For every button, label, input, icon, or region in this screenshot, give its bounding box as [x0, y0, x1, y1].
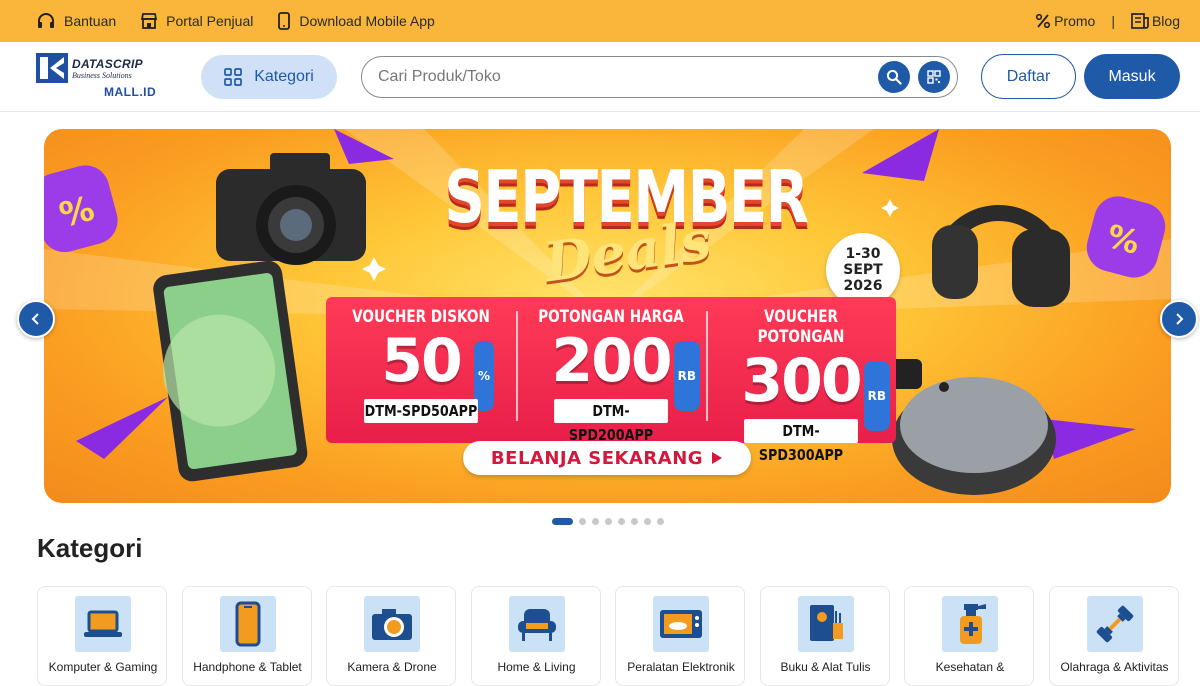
armchair-icon	[508, 596, 565, 652]
smartphone-icon	[278, 12, 291, 30]
voucher-panel: VOUCHER DISKON 50% DTM-SPD50APP POTONGAN…	[326, 297, 896, 464]
store-icon	[141, 13, 158, 29]
chevron-right-icon	[1176, 313, 1184, 325]
camera-icon	[364, 596, 420, 652]
main-header: DATASCRIP Business Solutions MALL.ID Kat…	[0, 42, 1200, 112]
voucher-value: 50%	[326, 327, 516, 411]
category-label: Olahraga & Aktivitas	[1060, 660, 1169, 674]
laptop-icon	[75, 596, 131, 652]
category-label: Buku & Alat Tulis	[780, 660, 871, 674]
carousel-dot[interactable]	[657, 518, 664, 525]
dumbbell-icon	[1086, 596, 1143, 652]
shop-now-button[interactable]: BELANJA SEKARANG	[463, 441, 751, 475]
category-label: Handphone & Tablet	[193, 660, 302, 674]
logo[interactable]: DATASCRIP Business Solutions MALL.ID	[36, 51, 168, 103]
category-card[interactable]: Kesehatan &	[904, 586, 1034, 686]
voucher-offer: VOUCHER DISKON 50% DTM-SPD50APP	[326, 297, 516, 443]
date-range-month: SEPT	[843, 262, 883, 278]
category-card[interactable]: Handphone & Tablet	[181, 586, 312, 686]
promo-banner[interactable]: % % SEPTEMBER Deals 1-30 SEPT 2026 VOUCH…	[44, 129, 1171, 503]
carousel-dot[interactable]	[592, 518, 599, 525]
category-button[interactable]: Kategori	[201, 55, 337, 99]
grid-icon	[224, 68, 243, 86]
logo-brand: DATASCRIP	[72, 57, 143, 71]
category-label: Komputer & Gaming	[48, 660, 158, 674]
date-range-days: 1-30	[845, 246, 881, 262]
register-button[interactable]: Daftar	[981, 54, 1076, 99]
headset-icon	[38, 13, 54, 28]
voucher-label: VOUCHER DISKON	[352, 307, 490, 327]
voucher-label: POTONGAN HARGA	[538, 307, 684, 327]
phone-icon	[219, 596, 276, 652]
qr-code-icon	[927, 70, 941, 84]
spray-bottle-icon	[942, 596, 998, 652]
category-card[interactable]: Peralatan Elektronik	[615, 586, 745, 686]
search-input[interactable]	[378, 68, 868, 86]
category-card[interactable]: Buku & Alat Tulis	[759, 586, 890, 686]
category-card[interactable]: Olahraga & Aktivitas	[1048, 586, 1179, 686]
top-bar-separator: |	[1111, 13, 1115, 29]
carousel-dot[interactable]	[605, 518, 612, 525]
voucher-value: 300 RB	[706, 347, 896, 431]
newspaper-icon	[1131, 13, 1149, 29]
voucher-offer: VOUCHER POTONGAN 300 RB DTM-SPD300APP	[706, 297, 896, 464]
category-label: Kamera & Drone	[347, 660, 437, 674]
carousel-dot[interactable]	[644, 518, 651, 525]
top-bar: Bantuan Portal Penjual Download Mobile A…	[0, 0, 1200, 42]
help-link[interactable]: Bantuan	[36, 12, 116, 30]
voucher-code: DTM-SPD50APP	[364, 399, 478, 423]
category-section-title: Kategori	[37, 533, 143, 563]
help-label: Bantuan	[64, 13, 117, 29]
voucher-code: DTM-SPD200APP	[554, 399, 668, 444]
blog-label: Blog	[1151, 13, 1180, 29]
category-label: Peralatan Elektronik	[627, 660, 735, 674]
voucher-label: VOUCHER POTONGAN	[757, 307, 845, 347]
category-label: Kesehatan &	[935, 660, 1005, 674]
category-list: Komputer & Gaming Handphone & Tablet Kam…	[37, 586, 1193, 686]
carousel-dot[interactable]	[579, 518, 586, 525]
play-arrow-icon	[712, 452, 723, 464]
voucher-value: 200 RB	[516, 327, 706, 411]
voucher-code: DTM-SPD300APP	[744, 419, 858, 464]
login-button[interactable]: Masuk	[1084, 54, 1180, 99]
date-range-year: 2026	[843, 278, 883, 294]
camera-product	[216, 153, 366, 265]
book-icon	[797, 596, 854, 652]
voucher-unit: RB	[673, 341, 700, 411]
blog-link[interactable]: Blog	[1131, 13, 1180, 29]
logo-mall: MALL.ID	[104, 85, 157, 99]
banner-date-badge: 1-30 SEPT 2026	[826, 233, 900, 307]
search-button[interactable]	[878, 61, 910, 93]
download-app-label: Download Mobile App	[299, 13, 435, 29]
microwave-icon	[653, 596, 709, 652]
seller-portal-label: Portal Penjual	[166, 13, 254, 29]
percent-icon	[1035, 13, 1051, 29]
top-bar-left: Bantuan Portal Penjual Download Mobile A…	[36, 12, 459, 30]
seller-portal-link[interactable]: Portal Penjual	[140, 12, 253, 30]
top-bar-right: Promo | Blog	[1035, 13, 1180, 29]
promo-label: Promo	[1054, 13, 1096, 29]
logo-mark	[36, 53, 68, 83]
download-app-link[interactable]: Download Mobile App	[277, 12, 435, 30]
category-card[interactable]: Home & Living	[470, 586, 601, 686]
carousel-next-button[interactable]	[1160, 300, 1198, 338]
shop-now-label: BELANJA SEKARANG	[490, 447, 704, 469]
carousel-indicators	[552, 518, 670, 525]
category-card[interactable]: Komputer & Gaming	[37, 586, 167, 686]
category-card[interactable]: Kamera & Drone	[326, 586, 456, 686]
category-button-label: Kategori	[254, 68, 314, 85]
category-label: Home & Living	[497, 660, 576, 674]
promo-link[interactable]: Promo	[1035, 13, 1095, 29]
qr-scan-button[interactable]	[918, 61, 950, 93]
voucher-unit: RB	[863, 361, 890, 431]
chevron-left-icon	[31, 313, 39, 325]
search-bar	[361, 56, 958, 98]
voucher-offer: POTONGAN HARGA 200 RB DTM-SPD200APP	[516, 297, 706, 444]
carousel-prev-button[interactable]	[17, 300, 55, 338]
carousel-dot[interactable]	[618, 518, 625, 525]
carousel-dot[interactable]	[552, 518, 573, 525]
search-icon	[886, 69, 902, 85]
logo-tagline: Business Solutions	[72, 71, 132, 80]
carousel-dot[interactable]	[631, 518, 638, 525]
